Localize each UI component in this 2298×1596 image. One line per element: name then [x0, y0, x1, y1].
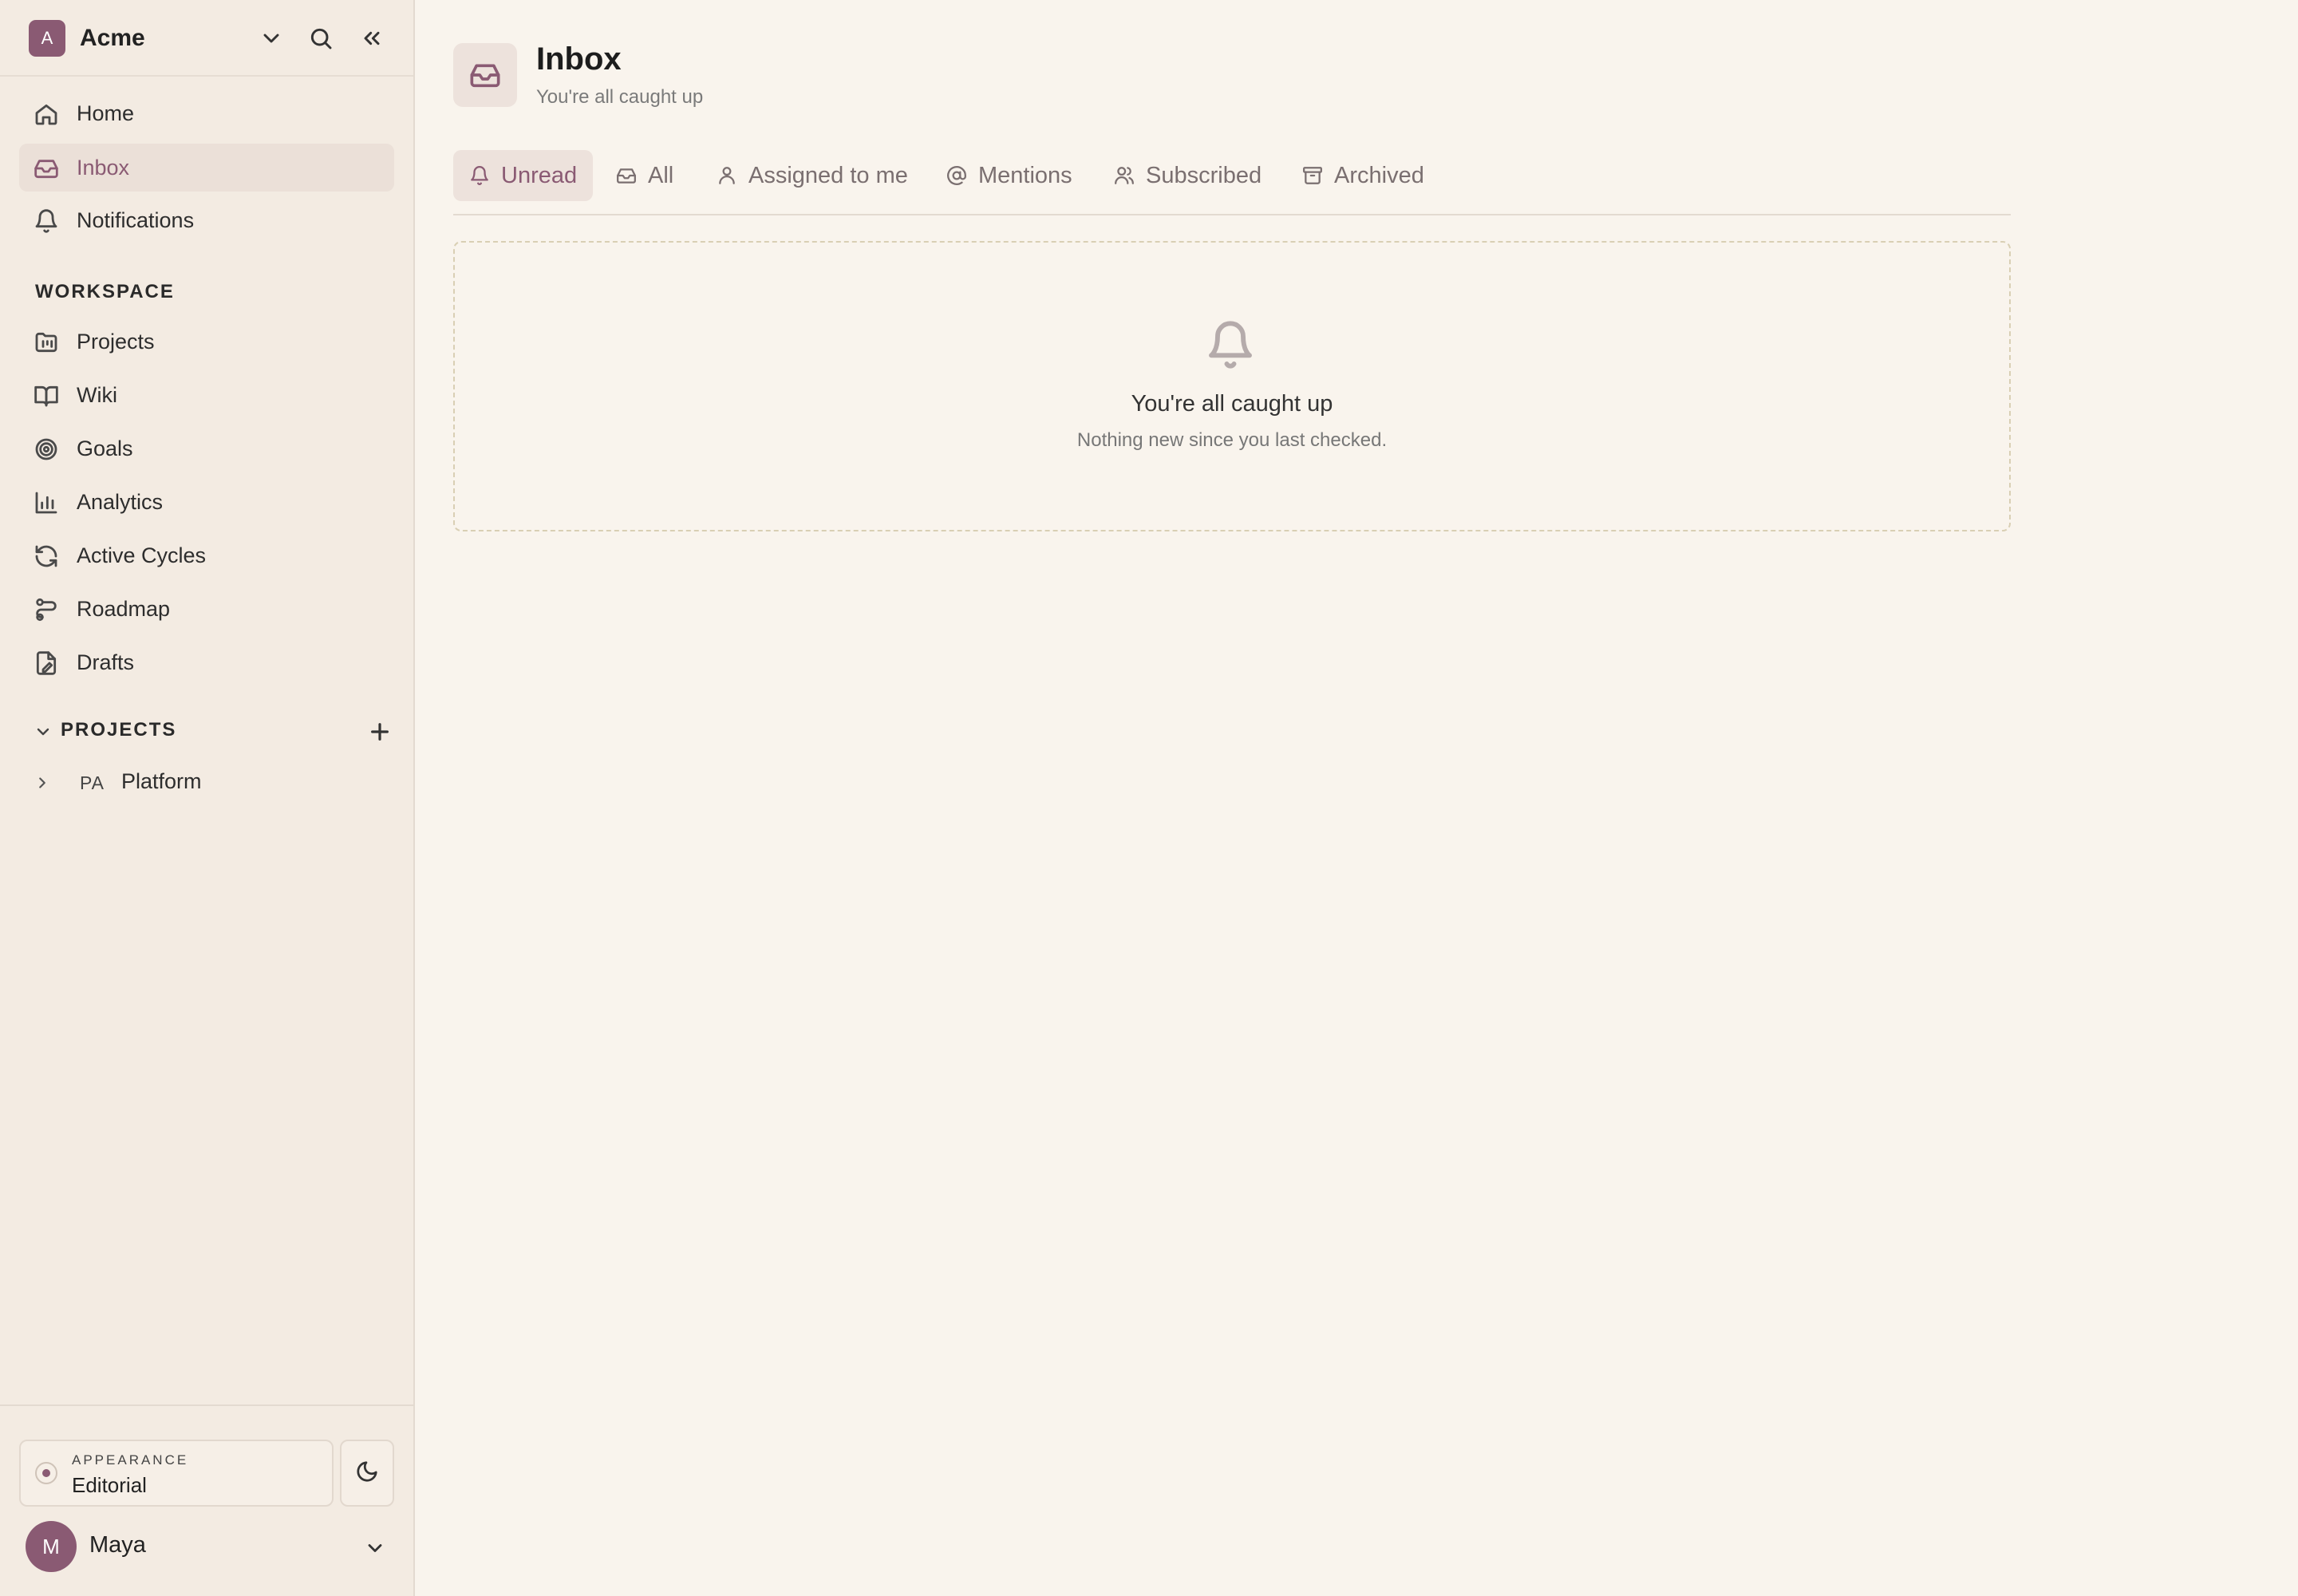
sidebar-item-label: Wiki — [77, 383, 117, 407]
page-title: Inbox — [536, 41, 622, 77]
tab-label: Mentions — [978, 162, 1072, 188]
project-name: Platform — [121, 769, 202, 793]
user-avatar[interactable]: M — [26, 1521, 77, 1572]
draft-icon — [34, 650, 59, 676]
book-icon — [34, 383, 59, 409]
tab-assigned-to-me[interactable]: Assigned to me — [701, 150, 924, 201]
sidebar-item-projects[interactable]: Projects — [19, 318, 394, 365]
sidebar-item-active-cycles[interactable]: Active Cycles — [19, 531, 394, 579]
projects-section-header[interactable]: PROJECTS — [24, 716, 399, 748]
inbox-icon — [616, 165, 637, 186]
bell-icon — [1205, 319, 1256, 370]
moon-icon — [355, 1460, 379, 1487]
appearance-caption: APPEARANCE — [72, 1452, 189, 1468]
at-icon — [946, 165, 967, 186]
tab-all[interactable]: All — [600, 150, 689, 201]
workspace-header: A Acme — [0, 0, 413, 77]
empty-state: You're all caught up Nothing new since y… — [453, 241, 2011, 531]
projects-section-label: PROJECTS — [61, 719, 177, 741]
sidebar-item-roadmap[interactable]: Roadmap — [19, 585, 394, 633]
sidebar-footer: APPEARANCE Editorial M Maya — [0, 1404, 413, 1596]
chevron-right-icon[interactable] — [34, 774, 51, 792]
appearance-selector[interactable]: APPEARANCE Editorial — [19, 1440, 334, 1507]
sidebar-item-notifications[interactable]: Notifications — [19, 196, 394, 244]
bell-icon — [469, 165, 490, 186]
page-inbox-icon — [453, 43, 517, 107]
appearance-radio-icon — [35, 1462, 57, 1484]
sidebar-item-home[interactable]: Home — [19, 89, 394, 137]
roadmap-icon — [34, 597, 59, 622]
sidebar-item-label: Drafts — [77, 650, 135, 674]
sidebar-item-label: Roadmap — [77, 597, 171, 621]
workspace-avatar[interactable]: A — [29, 20, 65, 57]
sidebar-item-label: Inbox — [77, 156, 130, 180]
sidebar-item-inbox[interactable]: Inbox — [19, 144, 394, 192]
sidebar-item-label: Notifications — [77, 208, 195, 232]
users-icon — [1114, 165, 1135, 186]
tab-unread[interactable]: Unread — [453, 150, 594, 201]
empty-state-title: You're all caught up — [1131, 391, 1333, 417]
user-name[interactable]: Maya — [89, 1532, 146, 1558]
tab-mentions[interactable]: Mentions — [930, 150, 1088, 201]
workspace-switcher-chevron-icon[interactable] — [255, 22, 287, 54]
projects-icon — [34, 330, 59, 355]
tab-subscribed[interactable]: Subscribed — [1098, 150, 1277, 201]
workspace-section-label: WORKSPACE — [35, 281, 175, 302]
inbox-tabs: Unread All Assigned to me Mentions Subsc… — [453, 150, 2011, 215]
empty-state-description: Nothing new since you last checked. — [1076, 429, 1388, 451]
collapse-sidebar-icon[interactable] — [356, 22, 388, 54]
workspace-name[interactable]: Acme — [80, 22, 145, 54]
sidebar-item-label: Analytics — [77, 490, 164, 514]
tab-label: Unread — [501, 162, 578, 188]
tab-label: All — [648, 162, 674, 188]
sidebar-item-label: Home — [77, 101, 135, 125]
refresh-icon — [34, 543, 59, 569]
tab-label: Subscribed — [1146, 162, 1262, 188]
project-item-platform[interactable]: PA Platform — [24, 766, 399, 800]
chevron-down-icon[interactable] — [34, 722, 53, 741]
sidebar-item-label: Projects — [77, 330, 155, 354]
add-project-icon[interactable] — [367, 719, 393, 745]
user-icon — [717, 165, 737, 186]
tab-archived[interactable]: Archived — [1286, 150, 1440, 201]
tab-label: Archived — [1334, 162, 1424, 188]
inbox-icon — [34, 156, 59, 181]
sidebar-item-label: Goals — [77, 437, 133, 460]
tab-label: Assigned to me — [748, 162, 908, 188]
appearance-value: Editorial — [72, 1473, 147, 1497]
sidebar-item-analytics[interactable]: Analytics — [19, 478, 394, 526]
project-code: PA — [80, 772, 105, 793]
sidebar: A Acme Home Inbox Notifications WORKSPAC… — [0, 0, 415, 1596]
app-window: A Acme Home Inbox Notifications WORKSPAC… — [0, 0, 2298, 1596]
page-subtitle: You're all caught up — [536, 86, 704, 108]
sidebar-item-label: Active Cycles — [77, 543, 207, 567]
sidebar-item-wiki[interactable]: Wiki — [19, 371, 394, 419]
search-icon[interactable] — [305, 22, 337, 54]
home-icon — [34, 101, 59, 127]
target-icon — [34, 437, 59, 462]
sidebar-item-goals[interactable]: Goals — [19, 425, 394, 472]
chart-icon — [34, 490, 59, 516]
theme-toggle-button[interactable] — [340, 1440, 394, 1507]
sidebar-item-drafts[interactable]: Drafts — [19, 638, 394, 686]
user-menu-chevron-icon[interactable] — [364, 1537, 386, 1559]
bell-icon — [34, 208, 59, 234]
archive-icon — [1302, 165, 1323, 186]
